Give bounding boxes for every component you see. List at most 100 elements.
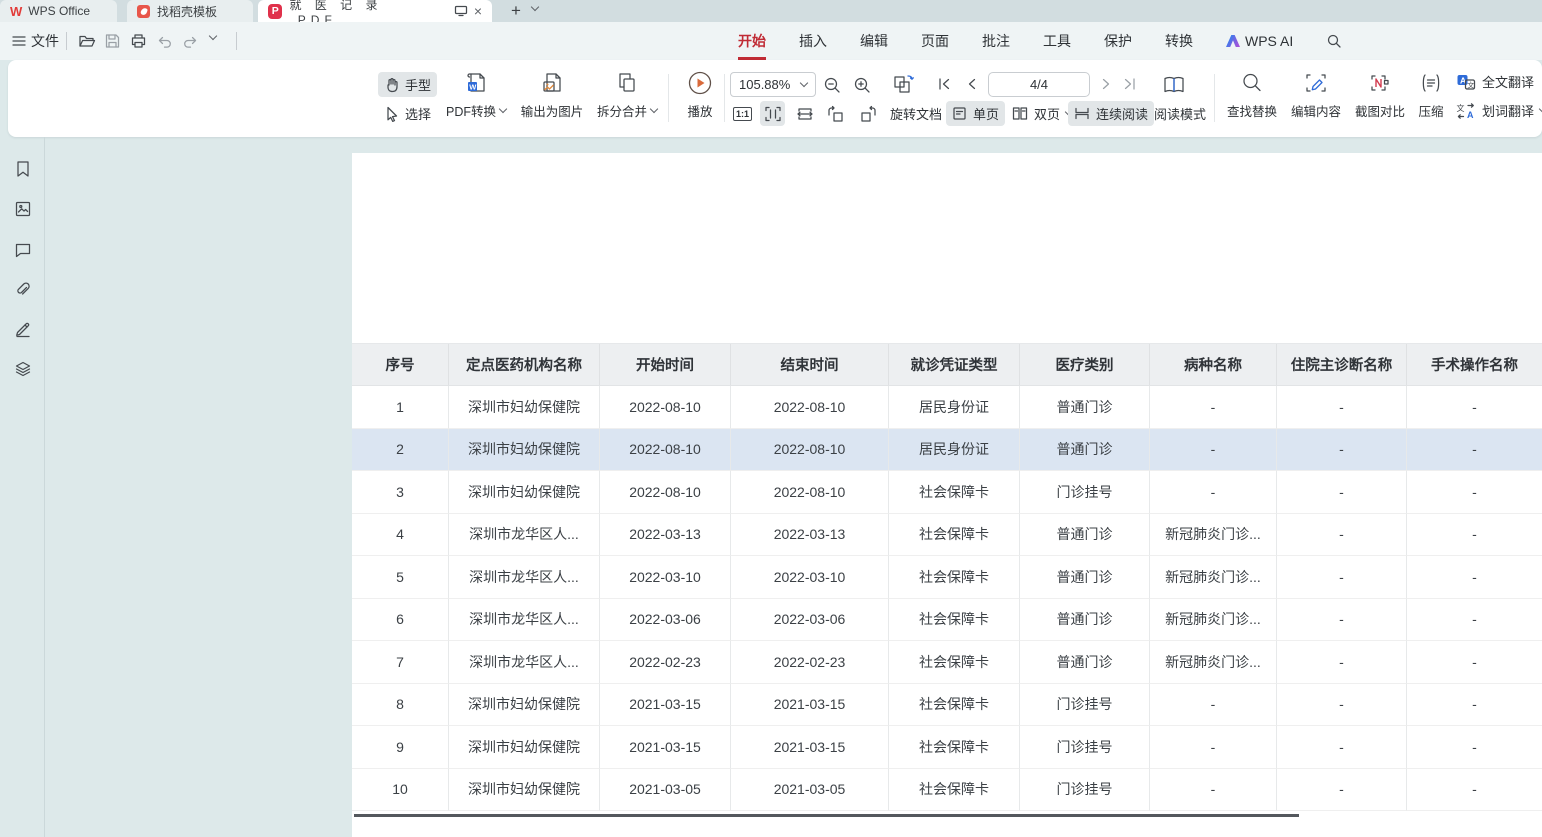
previous-page-icon <box>964 76 980 92</box>
menu-item-wps-ai[interactable]: WPS AI <box>1226 33 1293 49</box>
read-mode-icon-button[interactable] <box>1160 71 1188 99</box>
split-merge-chevron-icon <box>650 105 658 113</box>
screenshot-compare-button[interactable]: 截图对比 <box>1348 70 1412 120</box>
table-cell: 普通门诊 <box>1020 556 1150 599</box>
rotate-left-button[interactable] <box>822 101 850 126</box>
table-cell: 3 <box>352 471 449 514</box>
continuous-read-button[interactable]: 连续阅读 <box>1068 101 1154 126</box>
zoom-level-select[interactable]: 105.88% <box>730 72 816 97</box>
menu-item-tools[interactable]: 工具 <box>1043 31 1071 51</box>
thumbnail-icon[interactable] <box>14 200 32 218</box>
file-menu-button[interactable]: 文件 <box>12 30 59 52</box>
menu-item-page[interactable]: 页面 <box>921 31 949 51</box>
hand-tool-label: 手型 <box>405 75 431 94</box>
next-page-button[interactable] <box>1096 74 1116 94</box>
close-tab-icon[interactable]: × <box>474 3 482 19</box>
hand-tool-button[interactable]: 手型 <box>378 72 437 97</box>
menu-search-icon[interactable] <box>1326 33 1342 49</box>
compress-button[interactable]: 压缩 <box>1408 70 1454 120</box>
print-button[interactable] <box>130 30 147 52</box>
table-cell: 居民身份证 <box>889 386 1020 429</box>
continuous-read-icon <box>1074 106 1090 121</box>
medical-records-table: 序号定点医药机构名称开始时间结束时间就诊凭证类型医疗类别病种名称住院主诊断名称手… <box>352 343 1542 811</box>
double-page-icon <box>1012 106 1028 121</box>
table-cell: 1 <box>352 386 449 429</box>
rotate-left-icon <box>825 105 847 123</box>
play-button[interactable]: 播放 <box>676 70 724 120</box>
file-menu-label: 文件 <box>31 31 59 51</box>
rotate-doc-label: 旋转文档 <box>890 104 942 123</box>
table-cell: 2022-08-10 <box>731 429 889 472</box>
split-merge-button[interactable]: 拆分合并 <box>590 70 664 120</box>
pdf-convert-label: PDF转换 <box>446 101 496 120</box>
zoom-out-button[interactable] <box>820 73 845 98</box>
menu-item-convert[interactable]: 转换 <box>1165 31 1193 51</box>
table-cell: 2022-03-06 <box>731 599 889 642</box>
rotate-pages-button[interactable] <box>888 70 920 100</box>
table-cell: - <box>1407 429 1542 472</box>
signature-icon[interactable] <box>14 320 32 338</box>
menu-item-home[interactable]: 开始 <box>738 31 766 51</box>
fit-width-icon <box>764 105 782 123</box>
layers-icon[interactable] <box>14 360 32 378</box>
table-cell: 深圳市妇幼保健院 <box>449 471 600 514</box>
new-tab-button[interactable]: + <box>506 0 526 22</box>
menu-item-annotate[interactable]: 批注 <box>982 31 1010 51</box>
monitor-icon[interactable] <box>454 5 468 17</box>
zoom-in-button[interactable] <box>850 73 875 98</box>
table-row: 4深圳市龙华区人...2022-03-132022-03-13社会保障卡普通门诊… <box>352 514 1542 557</box>
menu-item-insert[interactable]: 插入 <box>799 31 827 51</box>
tab-list-chevron-icon[interactable] <box>531 3 539 11</box>
quick-access-chevron-icon[interactable] <box>209 32 217 40</box>
table-cell: 2022-03-06 <box>600 599 731 642</box>
first-page-button[interactable] <box>934 74 954 94</box>
redo-button[interactable] <box>182 30 199 52</box>
full-translation-label: 全文翻译 <box>1482 72 1534 91</box>
export-image-icon <box>541 71 563 95</box>
table-cell: 深圳市妇幼保健院 <box>449 684 600 727</box>
table-cell: - <box>1150 684 1277 727</box>
tab-docer-templates[interactable]: 找稻壳模板 <box>127 0 253 22</box>
pdf-file-icon: P <box>268 4 282 19</box>
comment-icon[interactable] <box>14 241 32 259</box>
bookmark-icon[interactable] <box>14 160 32 178</box>
actual-size-button[interactable]: 1:1 <box>730 101 755 126</box>
table-cell: 9 <box>352 726 449 769</box>
tab-wps-office[interactable]: W WPS Office <box>0 0 117 22</box>
undo-button[interactable] <box>156 30 173 52</box>
table-cell: - <box>1407 641 1542 684</box>
table-cell: - <box>1150 471 1277 514</box>
table-cell: 门诊挂号 <box>1020 684 1150 727</box>
fit-page-button[interactable] <box>792 101 817 126</box>
pdf-convert-button[interactable]: W PDF转换 <box>440 70 512 120</box>
table-cell: 深圳市妇幼保健院 <box>449 769 600 812</box>
edit-content-button[interactable]: 编辑内容 <box>1284 70 1348 120</box>
page-number-input[interactable] <box>988 72 1090 97</box>
printer-icon <box>130 33 147 49</box>
pdf-convert-icon: W <box>465 71 487 95</box>
rotate-right-button[interactable] <box>854 101 882 126</box>
select-tool-button[interactable]: 选择 <box>378 101 437 126</box>
menu-item-protect[interactable]: 保护 <box>1104 31 1132 51</box>
full-translation-icon: A 文 <box>1456 73 1476 91</box>
open-file-button[interactable] <box>78 30 96 52</box>
last-page-icon <box>1122 76 1138 92</box>
find-replace-button[interactable]: 查找替换 <box>1220 70 1284 120</box>
tab-pdf-document[interactable]: P 就 医 记 录 .PDF × <box>258 0 492 22</box>
save-button[interactable] <box>104 30 121 52</box>
full-translation-button[interactable]: A 文 全文翻译 <box>1456 72 1534 91</box>
document-canvas[interactable]: 序号定点医药机构名称开始时间结束时间就诊凭证类型医疗类别病种名称住院主诊断名称手… <box>46 137 1542 837</box>
single-page-button[interactable]: 单页 <box>946 101 1005 126</box>
menu-item-edit[interactable]: 编辑 <box>860 31 888 51</box>
word-translation-button[interactable]: 文 A 划词翻译 <box>1456 101 1542 120</box>
column-header: 结束时间 <box>731 344 889 386</box>
previous-page-button[interactable] <box>962 74 982 94</box>
export-image-button[interactable]: 输出为图片 <box>514 70 590 120</box>
last-page-button[interactable] <box>1120 74 1140 94</box>
table-cell: - <box>1277 726 1407 769</box>
rotate-doc-button[interactable]: 旋转文档 <box>884 101 948 126</box>
attachment-icon[interactable] <box>14 281 32 299</box>
read-mode-button[interactable]: 阅读模式 <box>1148 101 1212 126</box>
split-merge-icon <box>616 71 638 95</box>
fit-width-button[interactable] <box>760 101 785 126</box>
